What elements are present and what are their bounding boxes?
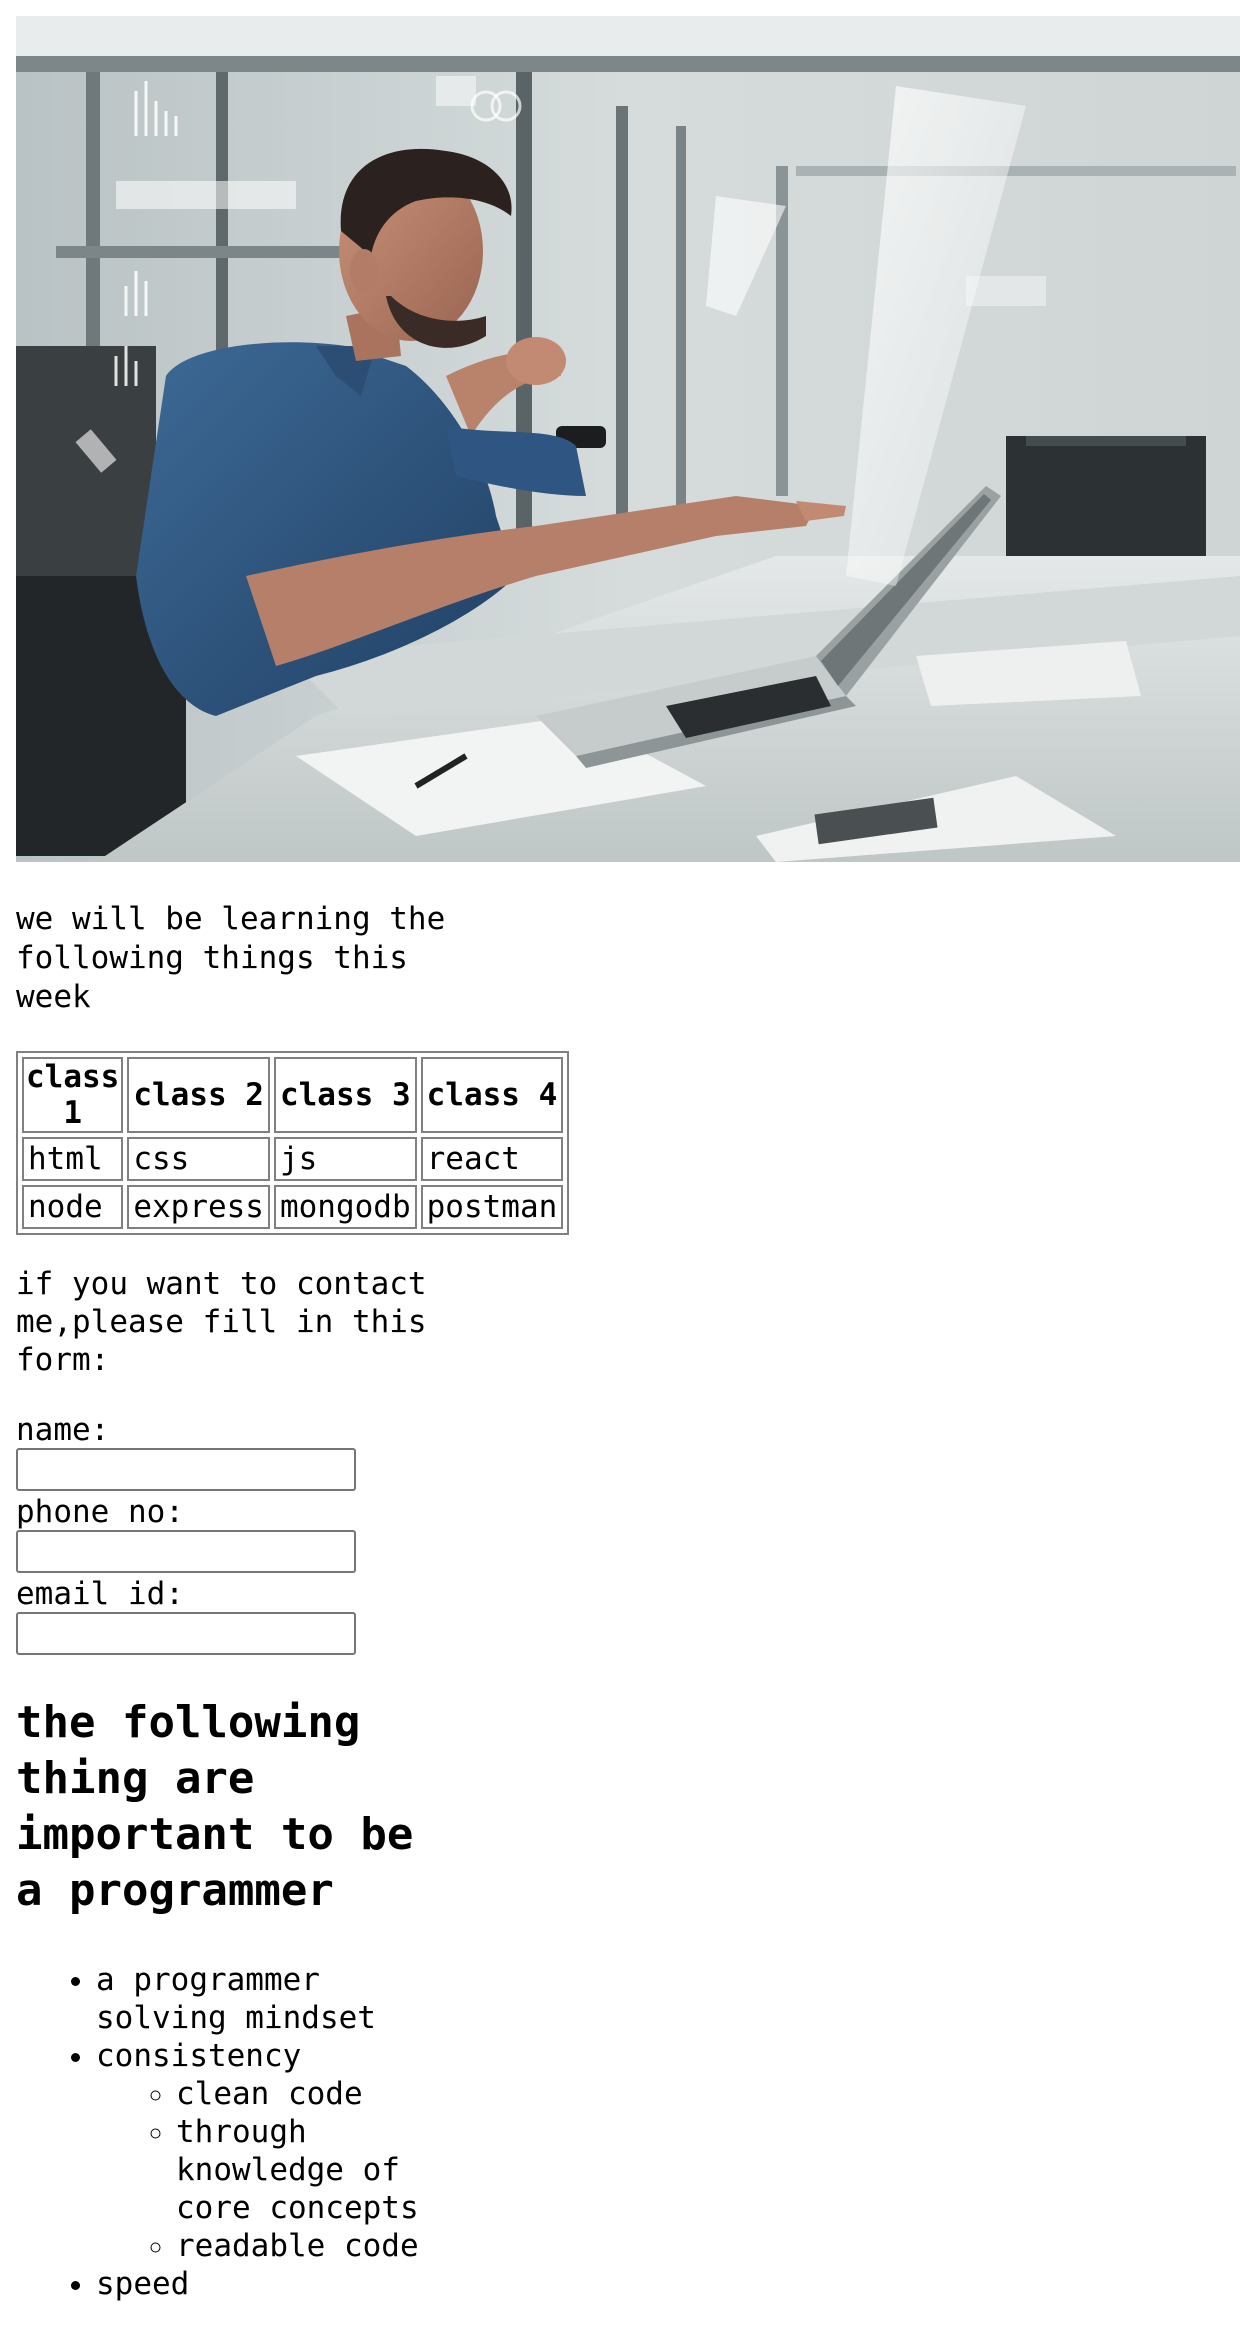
- contact-text: if you want to contact me,please fill in…: [16, 1266, 427, 1378]
- table-cell: html: [22, 1137, 124, 1181]
- sub-list-item: through knowledge of core concepts: [176, 2113, 436, 2227]
- list-item: consistency clean code through knowledge…: [96, 2037, 436, 2265]
- programmer-photo-image: [16, 16, 1240, 862]
- table-header-cell: class 2: [127, 1057, 270, 1133]
- table-row: html css js react: [22, 1137, 564, 1181]
- list-item: speed: [96, 2265, 436, 2303]
- email-input[interactable]: [16, 1612, 356, 1655]
- table-cell: css: [127, 1137, 270, 1181]
- list-item-label: consistency: [96, 2038, 302, 2074]
- table-header-row: class 1 class 2 class 3 class 4: [22, 1057, 564, 1133]
- name-input[interactable]: [16, 1448, 356, 1491]
- table-header-cell: class 3: [273, 1057, 417, 1133]
- phone-label: phone no:: [16, 1494, 184, 1530]
- table-cell: express: [127, 1185, 270, 1229]
- table-cell: js: [273, 1137, 417, 1181]
- table-cell: mongodb: [273, 1185, 417, 1229]
- table-row: node express mongodb postman: [22, 1185, 564, 1229]
- table-cell: react: [420, 1137, 564, 1181]
- phone-input[interactable]: [16, 1530, 356, 1573]
- table-cell: node: [22, 1185, 124, 1229]
- table-header-cell: class 1: [22, 1057, 124, 1133]
- page-content: we will be learning the following things…: [16, 16, 1240, 2303]
- class-schedule-table: class 1 class 2 class 3 class 4 html css…: [16, 1051, 570, 1235]
- contact-form: name: phone no: email id:: [16, 1412, 1240, 1655]
- sub-list-item: clean code: [176, 2075, 436, 2113]
- table-header-cell: class 4: [420, 1057, 564, 1133]
- name-label: name:: [16, 1412, 110, 1448]
- intro-text: we will be learning the following things…: [16, 901, 446, 1015]
- email-label: email id:: [16, 1576, 184, 1612]
- list-item: a programmer solving mindset: [96, 1961, 436, 2037]
- table-cell: postman: [420, 1185, 564, 1229]
- section-heading: the following thing are important to be …: [16, 1697, 414, 1916]
- hero-image: [16, 16, 1240, 862]
- important-things-list: a programmer solving mindset consistency…: [16, 1961, 436, 2303]
- sub-list-item: readable code: [176, 2227, 436, 2265]
- sub-list: clean code through knowledge of core con…: [96, 2075, 436, 2265]
